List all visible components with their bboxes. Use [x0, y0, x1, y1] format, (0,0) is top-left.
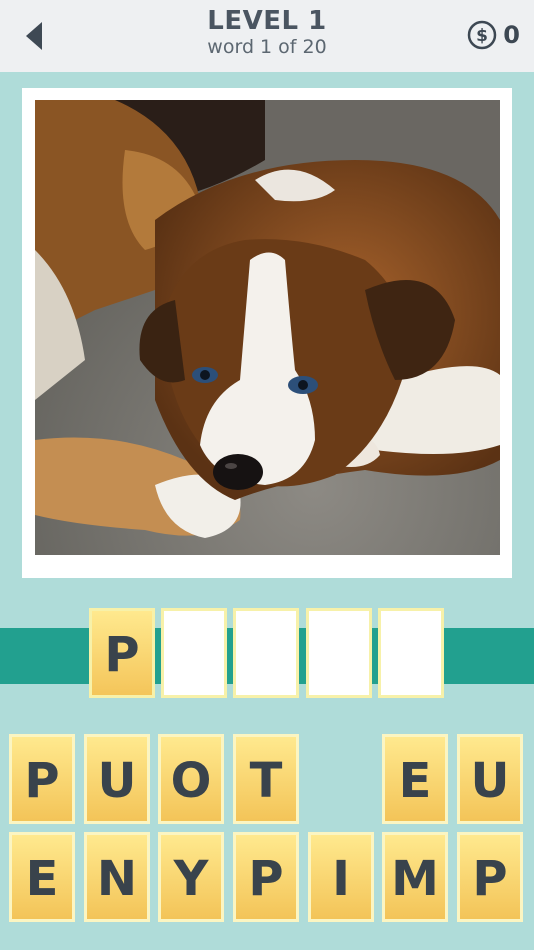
letter-tile-label: T [249, 753, 283, 809]
letter-tile-label: E [25, 851, 59, 907]
letter-tile[interactable]: P [233, 832, 299, 922]
letter-tile[interactable]: U [457, 734, 523, 824]
letter-tile-label: P [248, 851, 284, 907]
letter-tile[interactable]: P [457, 832, 523, 922]
answer-slot-letter: P [104, 627, 140, 683]
letter-tile-label: I [332, 851, 350, 907]
puzzle-photo-frame [22, 88, 512, 578]
letter-tile[interactable]: U [84, 734, 150, 824]
letter-tile[interactable]: T [233, 734, 299, 824]
svg-text:$: $ [476, 26, 488, 46]
top-bar: LEVEL 1 word 1 of 20 $ 0 [0, 0, 534, 72]
level-title: LEVEL 1 [207, 6, 327, 36]
letter-tile-label: N [96, 851, 138, 907]
letter-tile-label: O [170, 753, 212, 809]
letter-tile-label: Y [173, 851, 209, 907]
answer-slot[interactable] [161, 608, 227, 698]
letter-tile[interactable]: P [9, 734, 75, 824]
letter-tile-label: P [24, 753, 60, 809]
coin-counter[interactable]: $ 0 [467, 19, 520, 51]
letter-tile-label: P [472, 851, 508, 907]
level-header: LEVEL 1 word 1 of 20 [0, 6, 534, 58]
letter-tile[interactable]: N [84, 832, 150, 922]
dollar-coin-icon: $ [468, 20, 497, 50]
letter-tile[interactable]: O [158, 734, 224, 824]
letter-tile[interactable]: E [382, 734, 448, 824]
word-progress: word 1 of 20 [207, 36, 327, 58]
letter-tile-label: U [470, 753, 510, 809]
letter-tile[interactable]: I [308, 832, 374, 922]
letter-tile[interactable]: Y [158, 832, 224, 922]
letter-tile-label: E [398, 753, 432, 809]
letter-tile[interactable]: M [382, 832, 448, 922]
puppy-photo [35, 100, 500, 555]
answer-slot[interactable]: P [89, 608, 155, 698]
letter-tile-label: U [97, 753, 137, 809]
answer-slot[interactable] [378, 608, 444, 698]
letter-tile-label: M [391, 851, 439, 907]
answer-slot[interactable] [306, 608, 372, 698]
letter-tile[interactable]: E [9, 832, 75, 922]
coin-count: 0 [503, 21, 520, 49]
answer-slot[interactable] [233, 608, 299, 698]
